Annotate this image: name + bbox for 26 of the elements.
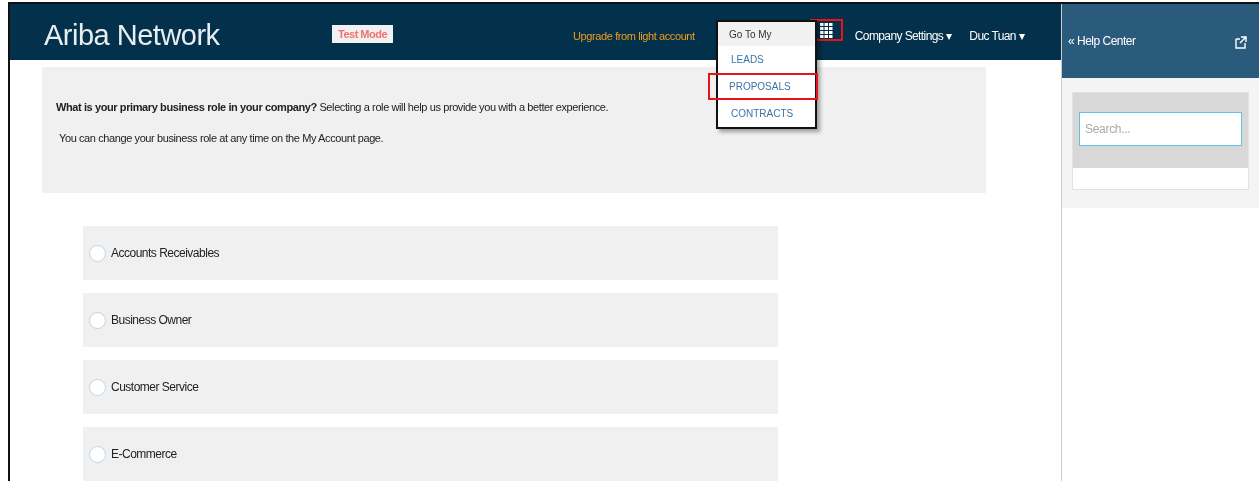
menu-title: Go To My: [718, 22, 815, 46]
role-label: Customer Service: [111, 380, 199, 394]
menu-item[interactable]: CONTRACTS: [718, 100, 815, 127]
menu-item[interactable]: LEADS: [718, 46, 815, 73]
upgrade-link[interactable]: Upgrade from light account: [573, 30, 695, 42]
search-field[interactable]: Search...: [1079, 112, 1242, 146]
role-option[interactable]: Business Owner: [83, 293, 778, 347]
radio-button[interactable]: [89, 445, 106, 463]
collapse-button[interactable]: « Help Center: [1068, 34, 1136, 48]
settings-menu[interactable]: Company Settings ▾: [854, 29, 952, 43]
logo-text: Ariba Network: [44, 18, 221, 52]
role-label: Business Owner: [111, 313, 192, 327]
user-menu[interactable]: Duc Tuan ▾: [969, 29, 1025, 43]
role-option[interactable]: Customer Service: [83, 360, 778, 414]
menu-item[interactable]: PROPOSALS: [708, 73, 818, 100]
role-label: E-Commerce: [111, 447, 177, 461]
note-text: You can change your business role at any time on the My Account page.: [58, 132, 385, 144]
test-mode-badge: Test Mode: [332, 25, 394, 43]
grid-icon: [819, 23, 833, 38]
role-option[interactable]: E-Commerce: [83, 427, 778, 481]
role-option[interactable]: Accounts Receivables: [83, 226, 778, 280]
radio-button[interactable]: [89, 311, 106, 329]
role-label: Accounts Receivables: [111, 246, 220, 260]
external-link-icon[interactable]: [1235, 36, 1247, 49]
radio-button[interactable]: [89, 244, 106, 262]
radio-button[interactable]: [89, 378, 106, 396]
